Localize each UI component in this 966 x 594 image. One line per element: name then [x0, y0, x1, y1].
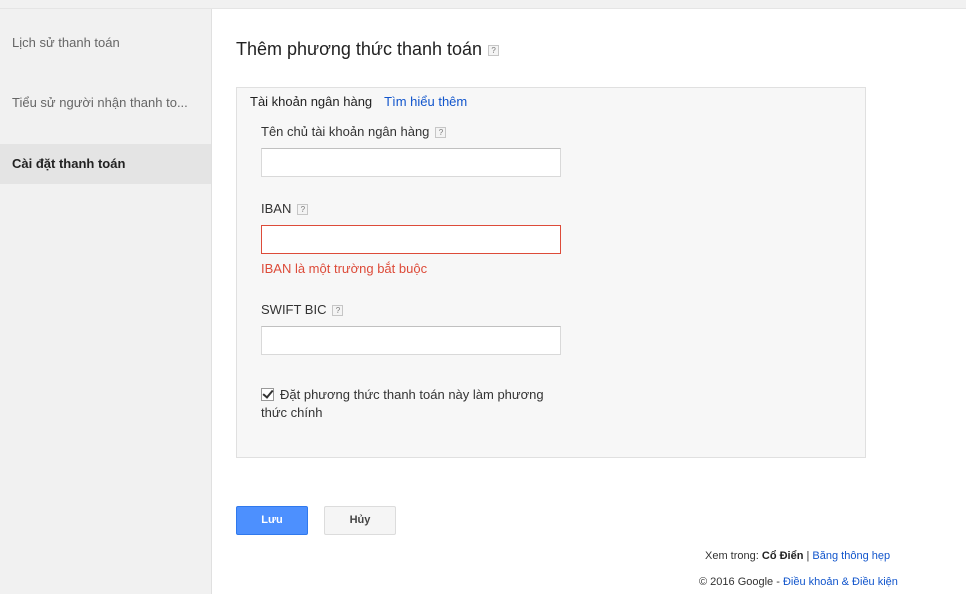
iban-label-text: IBAN [261, 201, 292, 216]
iban-label: IBAN? [261, 201, 309, 216]
holder-name-input[interactable] [261, 148, 561, 177]
swift-label-text: SWIFT BIC [261, 302, 327, 317]
copyright-line: © 2016 Google - Điều khoản & Điều kiện [699, 576, 898, 588]
page-title: Thêm phương thức thanh toán? [236, 39, 500, 60]
holder-name-label-text: Tên chủ tài khoản ngân hàng [261, 124, 430, 139]
sidebar-item-payment-history[interactable]: Lịch sử thanh toán [0, 23, 211, 63]
cancel-button[interactable]: Hủy [324, 506, 396, 535]
terms-link[interactable]: Điều khoản & Điều kiện [783, 576, 898, 588]
primary-method-option: Đặt phương thức thanh toán này làm phươn… [261, 386, 571, 422]
sidebar-item-payee-profile[interactable]: Tiểu sử người nhận thanh to... [0, 83, 211, 123]
iban-error-message: IBAN là một trường bắt buộc [261, 261, 428, 276]
page-title-text: Thêm phương thức thanh toán [236, 39, 483, 59]
swift-label: SWIFT BIC? [261, 302, 344, 317]
sidebar-item-payment-settings[interactable]: Cài đặt thanh toán [0, 144, 211, 184]
help-icon[interactable]: ? [297, 204, 309, 216]
view-narrow-link[interactable]: Băng thông hẹp [812, 550, 890, 562]
iban-input[interactable] [261, 225, 561, 254]
footer-separator: | [806, 550, 810, 562]
top-bar [0, 0, 966, 9]
learn-more-link[interactable]: Tìm hiểu thêm [384, 94, 467, 109]
view-mode-line: Xem trong: Cổ Điển | Băng thông hẹp [705, 550, 890, 562]
save-button[interactable]: Lưu [236, 506, 308, 535]
primary-method-checkbox[interactable] [261, 388, 274, 401]
panel-heading-text: Tài khoản ngân hàng [250, 94, 373, 109]
sidebar-nav: Lịch sử thanh toán Tiểu sử người nhận th… [0, 9, 212, 594]
panel-heading: Tài khoản ngân hàng Tìm hiểu thêm [250, 94, 467, 109]
swift-input[interactable] [261, 326, 561, 355]
main-content: Thêm phương thức thanh toán? Tài khoản n… [212, 9, 966, 594]
help-icon[interactable]: ? [332, 305, 344, 317]
bank-account-panel: Tài khoản ngân hàng Tìm hiểu thêm Tên chủ… [236, 87, 866, 458]
copyright-text: © 2016 Google - [699, 576, 780, 588]
help-icon[interactable]: ? [488, 44, 500, 56]
help-icon[interactable]: ? [435, 127, 447, 139]
primary-method-label: Đặt phương thức thanh toán này làm phươn… [261, 387, 544, 420]
view-classic-current: Cổ Điển [761, 550, 804, 562]
view-in-label: Xem trong: [705, 550, 759, 562]
holder-name-label: Tên chủ tài khoản ngân hàng? [261, 124, 447, 139]
